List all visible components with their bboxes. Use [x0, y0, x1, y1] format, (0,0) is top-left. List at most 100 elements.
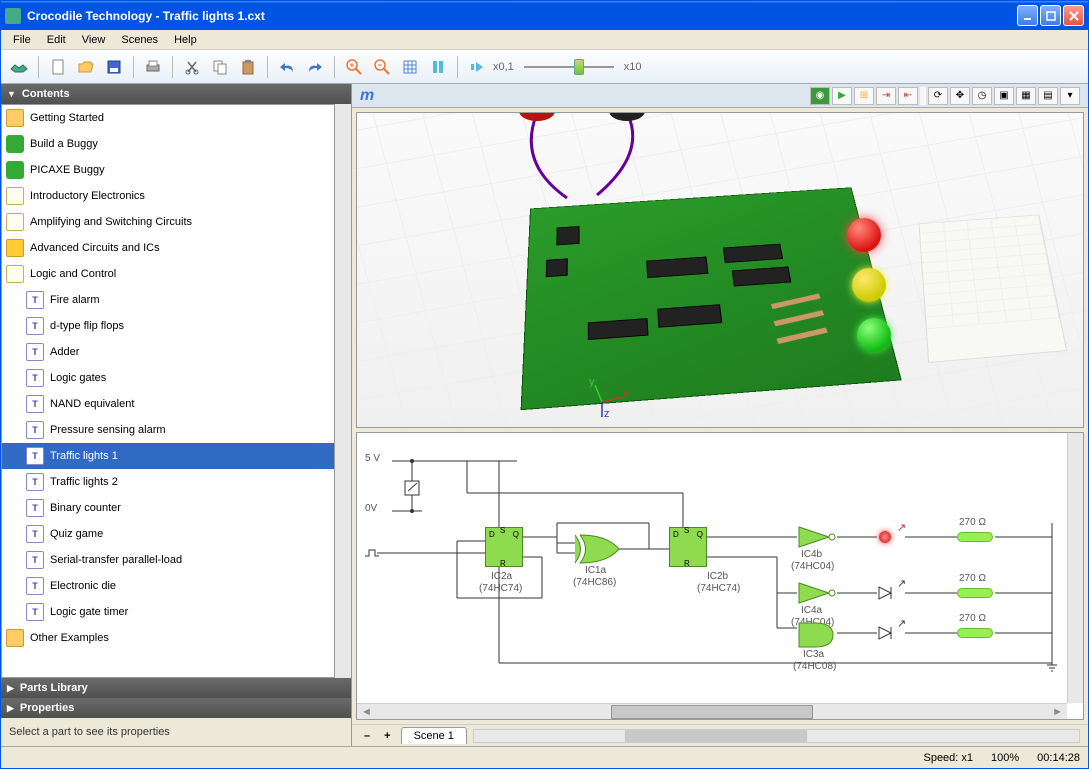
speed-slider[interactable] [524, 59, 614, 75]
tree-item-5[interactable]: Advanced Circuits and ICs [2, 235, 334, 261]
schematic-scrollbar-v[interactable] [1067, 433, 1083, 703]
led-yellow [852, 268, 886, 302]
step-icon[interactable] [465, 55, 489, 79]
zoom-out-button[interactable]: – [360, 730, 374, 742]
close-button[interactable] [1063, 5, 1084, 26]
resistor-1[interactable] [957, 532, 993, 542]
ic1a-gate[interactable] [577, 533, 622, 568]
ws-tool-collapse-icon[interactable]: ⇥ [876, 87, 896, 105]
save-icon[interactable] [102, 55, 126, 79]
workspace: m ◉ ▶ ⊞ ⇥ ⇤ ⟳ ✥ ◷ ▣ ▦ ▤ ▾ [352, 84, 1088, 746]
tree-scrollbar[interactable] [335, 104, 351, 678]
folder-icon [6, 629, 24, 647]
chevron-down-icon: ▼ [7, 89, 16, 99]
tree-item-8[interactable]: Td-type flip flops [2, 313, 334, 339]
tree-item-6[interactable]: Logic and Control [2, 261, 334, 287]
ws-tool-cube1-icon[interactable]: ▣ [994, 87, 1014, 105]
copy-icon[interactable] [208, 55, 232, 79]
contents-panel-header[interactable]: ▼ Contents [1, 84, 351, 104]
tree-item-0[interactable]: Getting Started [2, 105, 334, 131]
undo-icon[interactable] [275, 55, 299, 79]
grid-icon[interactable] [398, 55, 422, 79]
sch-diode-2[interactable] [877, 585, 905, 604]
statusbar: Speed: x1 100% 00:14:28 [1, 746, 1088, 768]
schematic-scrollbar-h[interactable]: ◄ ► [357, 703, 1067, 719]
open-icon[interactable] [74, 55, 98, 79]
tree-item-label: Fire alarm [50, 294, 100, 306]
zoom-in-icon[interactable] [342, 55, 366, 79]
tree-item-11[interactable]: TNAND equivalent [2, 391, 334, 417]
tree-item-14[interactable]: TTraffic lights 2 [2, 469, 334, 495]
ws-tool-1[interactable]: ◉ [810, 87, 830, 105]
chevron-right-icon: ▶ [7, 703, 14, 714]
contents-tree[interactable]: Getting StartedBuild a BuggyPICAXE Buggy… [1, 104, 335, 678]
ws-tool-grid-icon[interactable]: ⊞ [854, 87, 874, 105]
menu-scenes[interactable]: Scenes [113, 32, 166, 47]
minimize-button[interactable] [1017, 5, 1038, 26]
tree-item-2[interactable]: PICAXE Buggy [2, 157, 334, 183]
doc-icon: T [26, 577, 44, 595]
pause-icon[interactable] [426, 55, 450, 79]
menu-file[interactable]: File [5, 32, 39, 47]
3d-view[interactable]: x y z [356, 112, 1084, 428]
tree-item-3[interactable]: Introductory Electronics [2, 183, 334, 209]
r3-value: 270 Ω [959, 613, 986, 624]
scene-tabs: – + Scene 1 [352, 724, 1088, 746]
scene-tab-1[interactable]: Scene 1 [401, 727, 467, 744]
paste-icon[interactable] [236, 55, 260, 79]
resistor-3[interactable] [957, 628, 993, 638]
tree-item-13[interactable]: TTraffic lights 1 [2, 443, 334, 469]
ws-tool-cube2-icon[interactable]: ▦ [1016, 87, 1036, 105]
ic3a-gate[interactable] [797, 621, 837, 652]
resistor-2[interactable] [957, 588, 993, 598]
sch-diode-3[interactable] [877, 625, 905, 644]
scene-scrollbar[interactable] [473, 729, 1080, 743]
ic4b-label: IC4b [801, 549, 822, 560]
ws-tool-cube3-icon[interactable]: ▤ [1038, 87, 1058, 105]
doc-icon: T [26, 525, 44, 543]
maximize-button[interactable] [1040, 5, 1061, 26]
app-window: Crocodile Technology - Traffic lights 1.… [0, 0, 1089, 769]
menu-help[interactable]: Help [166, 32, 205, 47]
rail-5v-label: 5 V [365, 453, 380, 464]
tree-item-4[interactable]: Amplifying and Switching Circuits [2, 209, 334, 235]
zoom-in-button[interactable]: + [380, 730, 394, 742]
tree-item-18[interactable]: TElectronic die [2, 573, 334, 599]
ic2a-box[interactable]: D Q S R [485, 527, 523, 567]
window-title: Crocodile Technology - Traffic lights 1.… [27, 9, 1017, 23]
zoom-out-icon[interactable] [370, 55, 394, 79]
ws-tool-pan-icon[interactable]: ✥ [950, 87, 970, 105]
doc-icon: T [26, 395, 44, 413]
tree-item-label: d-type flip flops [50, 320, 124, 332]
ws-tool-rotate-icon[interactable]: ◷ [972, 87, 992, 105]
cut-icon[interactable] [180, 55, 204, 79]
redo-icon[interactable] [303, 55, 327, 79]
parts-library-panel-header[interactable]: ▶ Parts Library [1, 678, 351, 698]
ic2b-box[interactable]: D Q S R [669, 527, 707, 567]
tree-item-16[interactable]: TQuiz game [2, 521, 334, 547]
new-icon[interactable] [46, 55, 70, 79]
properties-panel-header[interactable]: ▶ Properties [1, 698, 351, 718]
tree-item-15[interactable]: TBinary counter [2, 495, 334, 521]
tree-item-12[interactable]: TPressure sensing alarm [2, 417, 334, 443]
croc-icon[interactable] [7, 55, 31, 79]
speed-slider-thumb[interactable] [574, 59, 584, 75]
ws-tool-expand-icon[interactable]: ⇤ [898, 87, 918, 105]
menu-edit[interactable]: Edit [39, 32, 74, 47]
schematic-view[interactable]: ↗ ↗ ↗ 5 V 0V D Q S R IC2a (74HC74) [356, 432, 1084, 720]
tree-item-17[interactable]: TSerial-transfer parallel-load [2, 547, 334, 573]
ic4b-gate[interactable] [797, 525, 837, 552]
tree-item-7[interactable]: TFire alarm [2, 287, 334, 313]
menu-view[interactable]: View [74, 32, 114, 47]
ws-tool-refresh-icon[interactable]: ⟳ [928, 87, 948, 105]
tree-item-1[interactable]: Build a Buggy [2, 131, 334, 157]
tree-item-10[interactable]: TLogic gates [2, 365, 334, 391]
ws-tool-menu-icon[interactable]: ▾ [1060, 87, 1080, 105]
ws-tool-play-icon[interactable]: ▶ [832, 87, 852, 105]
led-red [847, 218, 881, 252]
tree-item-19[interactable]: TLogic gate timer [2, 599, 334, 625]
ic4a-gate[interactable] [797, 581, 837, 608]
print-icon[interactable] [141, 55, 165, 79]
tree-item-9[interactable]: TAdder [2, 339, 334, 365]
tree-item-20[interactable]: Other Examples [2, 625, 334, 651]
